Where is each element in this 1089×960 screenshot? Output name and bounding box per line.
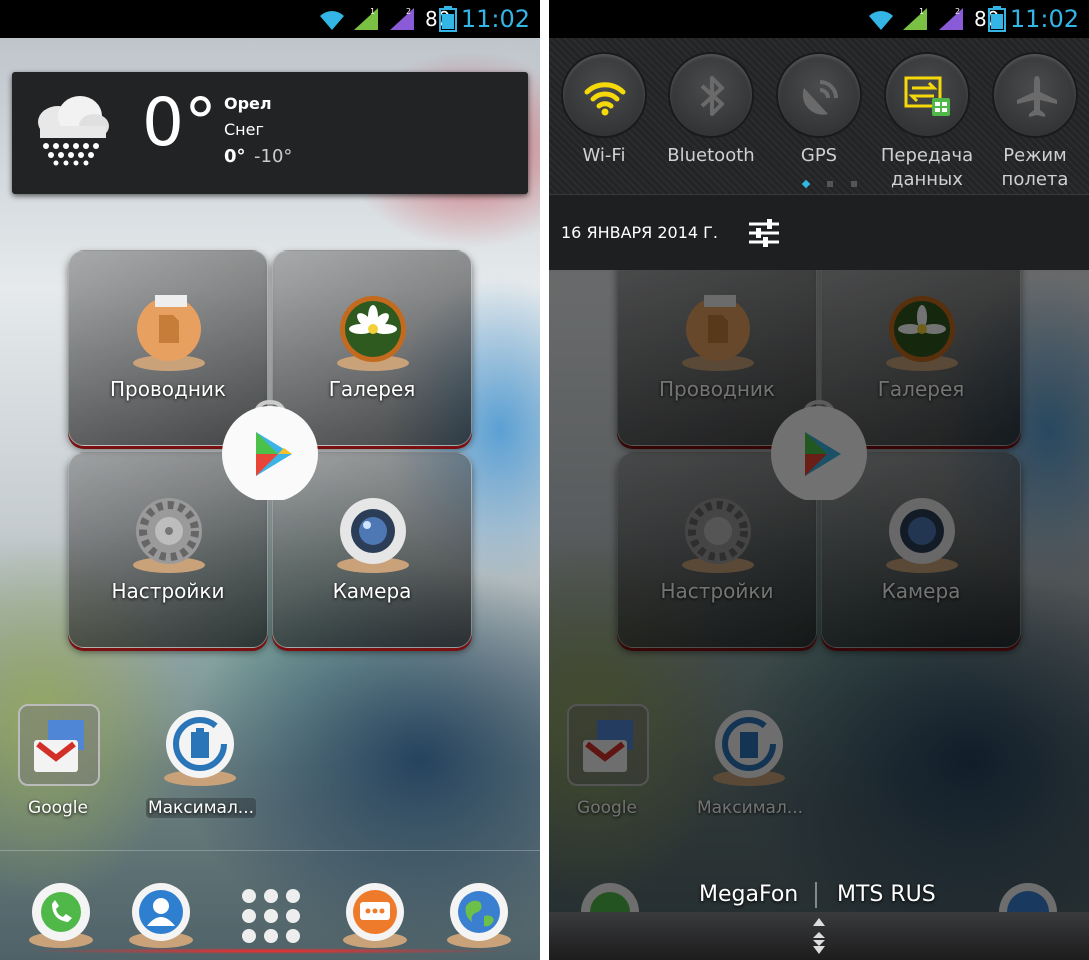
app-label: Проводник	[110, 377, 226, 401]
qs-label: полета	[1001, 169, 1069, 190]
messages-icon[interactable]	[340, 880, 410, 950]
shade-date-bar: 16 ЯНВАРЯ 2014 Г.	[549, 194, 1089, 270]
wifi-icon	[320, 11, 344, 30]
dock-divider	[0, 850, 540, 851]
notification-shade-screen: Проводник Галерея Настройки	[549, 0, 1089, 960]
snow-cloud-icon	[38, 96, 109, 166]
carrier-sim1: MegaFon	[699, 882, 799, 907]
contacts-icon[interactable]	[126, 880, 196, 950]
qs-label: Режим	[1003, 145, 1067, 166]
clock: 11:02	[1009, 5, 1079, 33]
weather-low: -10°	[254, 146, 293, 167]
airplane-icon	[1017, 76, 1057, 117]
date-label: 16 ЯНВАРЯ 2014 Г.	[561, 223, 719, 242]
qs-label: данных	[891, 169, 963, 190]
shortcut-label: Максимал...	[146, 798, 256, 818]
svg-text:2: 2	[955, 7, 960, 16]
file-manager-icon	[133, 295, 205, 371]
svg-text:1: 1	[370, 7, 375, 16]
wifi-icon	[584, 82, 626, 116]
gallery-icon	[337, 296, 409, 371]
shade-drag-handle[interactable]	[549, 912, 1089, 960]
gps-icon	[802, 80, 838, 115]
battery-saver-icon[interactable]	[160, 708, 240, 788]
carrier-separator	[815, 882, 817, 908]
battery-icon	[439, 6, 457, 32]
phone-icon[interactable]	[26, 880, 96, 950]
svg-text:1: 1	[919, 7, 924, 16]
app-label: Настройки	[111, 579, 225, 603]
qs-label: Bluetooth	[667, 145, 755, 166]
qs-label: GPS	[800, 145, 838, 166]
qs-toggle-bluetooth[interactable]	[668, 52, 754, 138]
settings-gear-icon	[133, 498, 205, 573]
drag-handle-icon	[813, 918, 825, 954]
qs-toggle-gps[interactable]	[776, 52, 862, 138]
app-label: Галерея	[328, 377, 416, 401]
google-folder-icon	[34, 720, 84, 772]
camera-icon	[337, 498, 409, 573]
app-label: Камера	[332, 579, 412, 603]
shortcut-label: Google	[28, 798, 88, 818]
signal-sim1-icon: 1	[354, 7, 378, 30]
page-indicator	[827, 181, 833, 187]
qs-label: Wi-Fi	[582, 145, 626, 166]
signal-sim2-icon: 2	[939, 7, 963, 30]
weather-high: 0°	[224, 146, 246, 167]
status-bar[interactable]: 1 2 80 11:02	[549, 0, 1089, 38]
qs-toggle-airplane-mode[interactable]	[992, 52, 1078, 138]
wifi-icon	[869, 11, 893, 30]
weather-temperature: 0°	[142, 84, 217, 161]
app-drawer-icon[interactable]	[236, 880, 306, 950]
google-folder[interactable]	[18, 704, 100, 786]
qs-toggle-data-transfer[interactable]	[884, 52, 970, 138]
page-indicator-active	[801, 179, 811, 189]
signal-sim2-icon: 2	[390, 7, 414, 30]
weather-city: Орел	[224, 94, 272, 113]
svg-text:2: 2	[406, 7, 411, 16]
browser-icon[interactable]	[444, 880, 514, 950]
signal-sim1-icon: 1	[903, 7, 927, 30]
carrier-sim2: MTS RUS	[837, 882, 936, 907]
quick-settings-panel: Wi-Fi Bluetooth GPS Передача данных Режи…	[549, 38, 1089, 194]
status-bar[interactable]: 1 2 80 11:02	[0, 0, 540, 38]
page-indicator	[851, 181, 857, 187]
qs-label: Передача	[880, 145, 974, 166]
clock: 11:02	[460, 5, 530, 33]
home-screen: 1 2 80 11:02 0° Орел Снег 0° -10° Провод…	[0, 0, 540, 960]
dock-glow	[20, 948, 520, 954]
weather-widget[interactable]: 0° Орел Снег 0° -10°	[12, 72, 528, 194]
qs-toggle-wifi[interactable]	[561, 52, 647, 138]
settings-sliders-icon[interactable]	[749, 219, 779, 247]
data-transfer-icon	[904, 76, 950, 116]
bluetooth-icon	[700, 76, 724, 116]
weather-condition: Снег	[224, 120, 264, 139]
battery-icon	[988, 6, 1006, 32]
play-store-icon[interactable]	[220, 400, 320, 500]
